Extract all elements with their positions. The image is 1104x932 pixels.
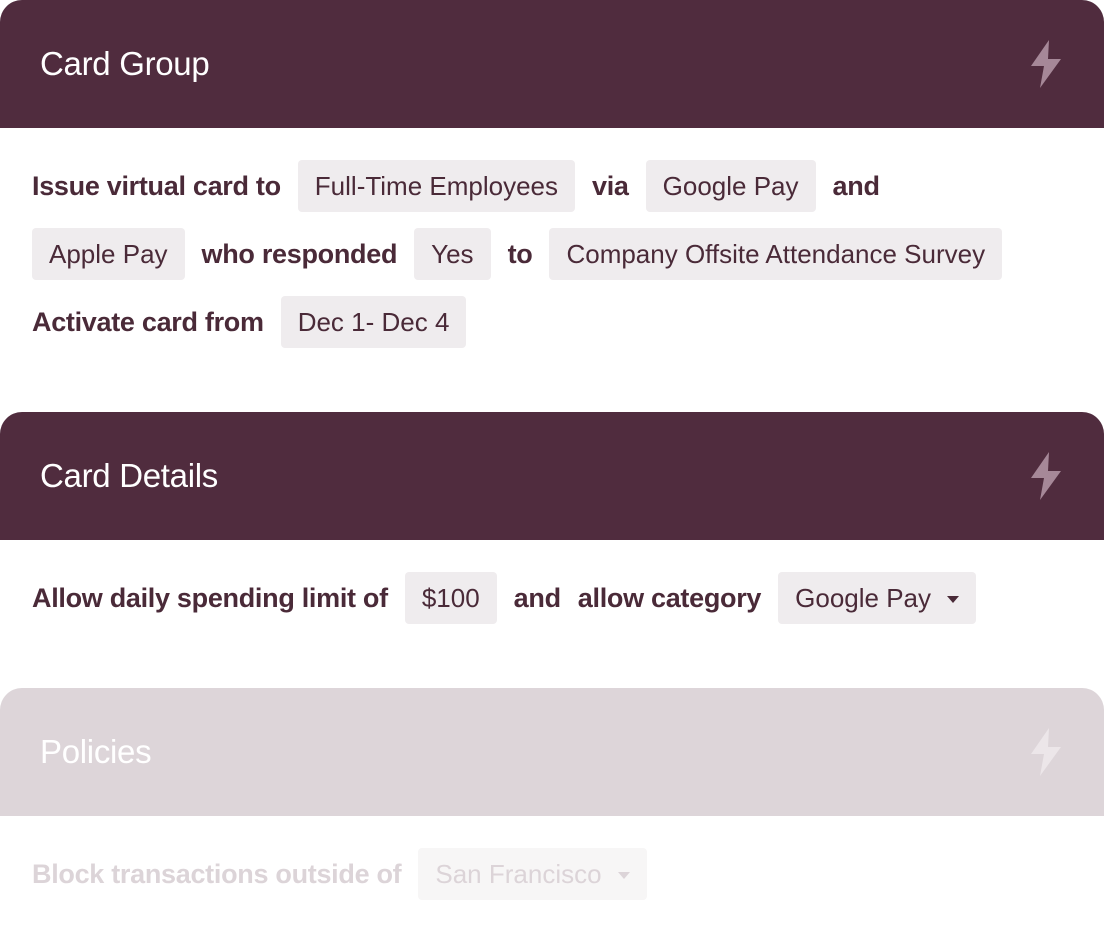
rule-row: Apple Pay who responded Yes to Company O… [32, 228, 1072, 280]
rule-text: Allow daily spending limit of [32, 582, 388, 613]
section-title: Card Group [40, 45, 210, 82]
location-dropdown-value: San Francisco [435, 858, 602, 889]
rule-text: to [507, 238, 533, 269]
policies-section: Policies Block transactions outside of S… [0, 688, 1104, 932]
card-group-header: Card Group [0, 0, 1104, 128]
caret-down-icon [617, 871, 630, 879]
rule-text: who responded [201, 238, 398, 269]
category-dropdown[interactable]: Google Pay [778, 572, 977, 624]
section-title: Policies [40, 733, 152, 770]
rule-text: allow category [577, 582, 762, 613]
date-range-selector[interactable]: Dec 1- Dec 4 [280, 296, 467, 348]
response-selector[interactable]: Yes [414, 228, 491, 280]
rule-row: Block transactions outside of San Franci… [32, 848, 1072, 900]
location-dropdown[interactable]: San Francisco [418, 848, 647, 900]
rule-row: Issue virtual card to Full-Time Employee… [32, 160, 1072, 212]
card-group-body: Issue virtual card to Full-Time Employee… [0, 128, 1104, 348]
section-title: Card Details [40, 457, 218, 494]
spending-limit-input[interactable]: $100 [404, 572, 497, 624]
wallet-selector[interactable]: Apple Pay [32, 228, 185, 280]
card-group-section: Card Group Issue virtual card to Full-Ti… [0, 0, 1104, 412]
rule-text: Issue virtual card to [32, 170, 281, 201]
caret-down-icon [947, 595, 960, 603]
rule-text: via [592, 170, 629, 201]
rule-text: and [832, 170, 880, 201]
card-details-body: Allow daily spending limit of $100 and a… [0, 540, 1104, 624]
rule-text: Activate card from [32, 306, 264, 337]
category-dropdown-value: Google Pay [795, 582, 932, 613]
rule-text: Block transactions outside of [32, 858, 402, 889]
rule-row: Activate card from Dec 1- Dec 4 [32, 296, 1072, 348]
survey-selector[interactable]: Company Offsite Attendance Survey [549, 228, 1003, 280]
rule-text: and [513, 582, 561, 613]
wallet-selector[interactable]: Google Pay [645, 160, 816, 212]
card-details-header: Card Details [0, 412, 1104, 540]
bolt-icon[interactable] [1028, 452, 1064, 500]
bolt-icon[interactable] [1028, 40, 1064, 88]
policies-body: Block transactions outside of San Franci… [0, 816, 1104, 900]
rule-row: Allow daily spending limit of $100 and a… [32, 572, 1072, 624]
audience-selector[interactable]: Full-Time Employees [297, 160, 576, 212]
bolt-icon[interactable] [1028, 728, 1064, 776]
policies-header: Policies [0, 688, 1104, 816]
card-details-section: Card Details Allow daily spending limit … [0, 412, 1104, 688]
